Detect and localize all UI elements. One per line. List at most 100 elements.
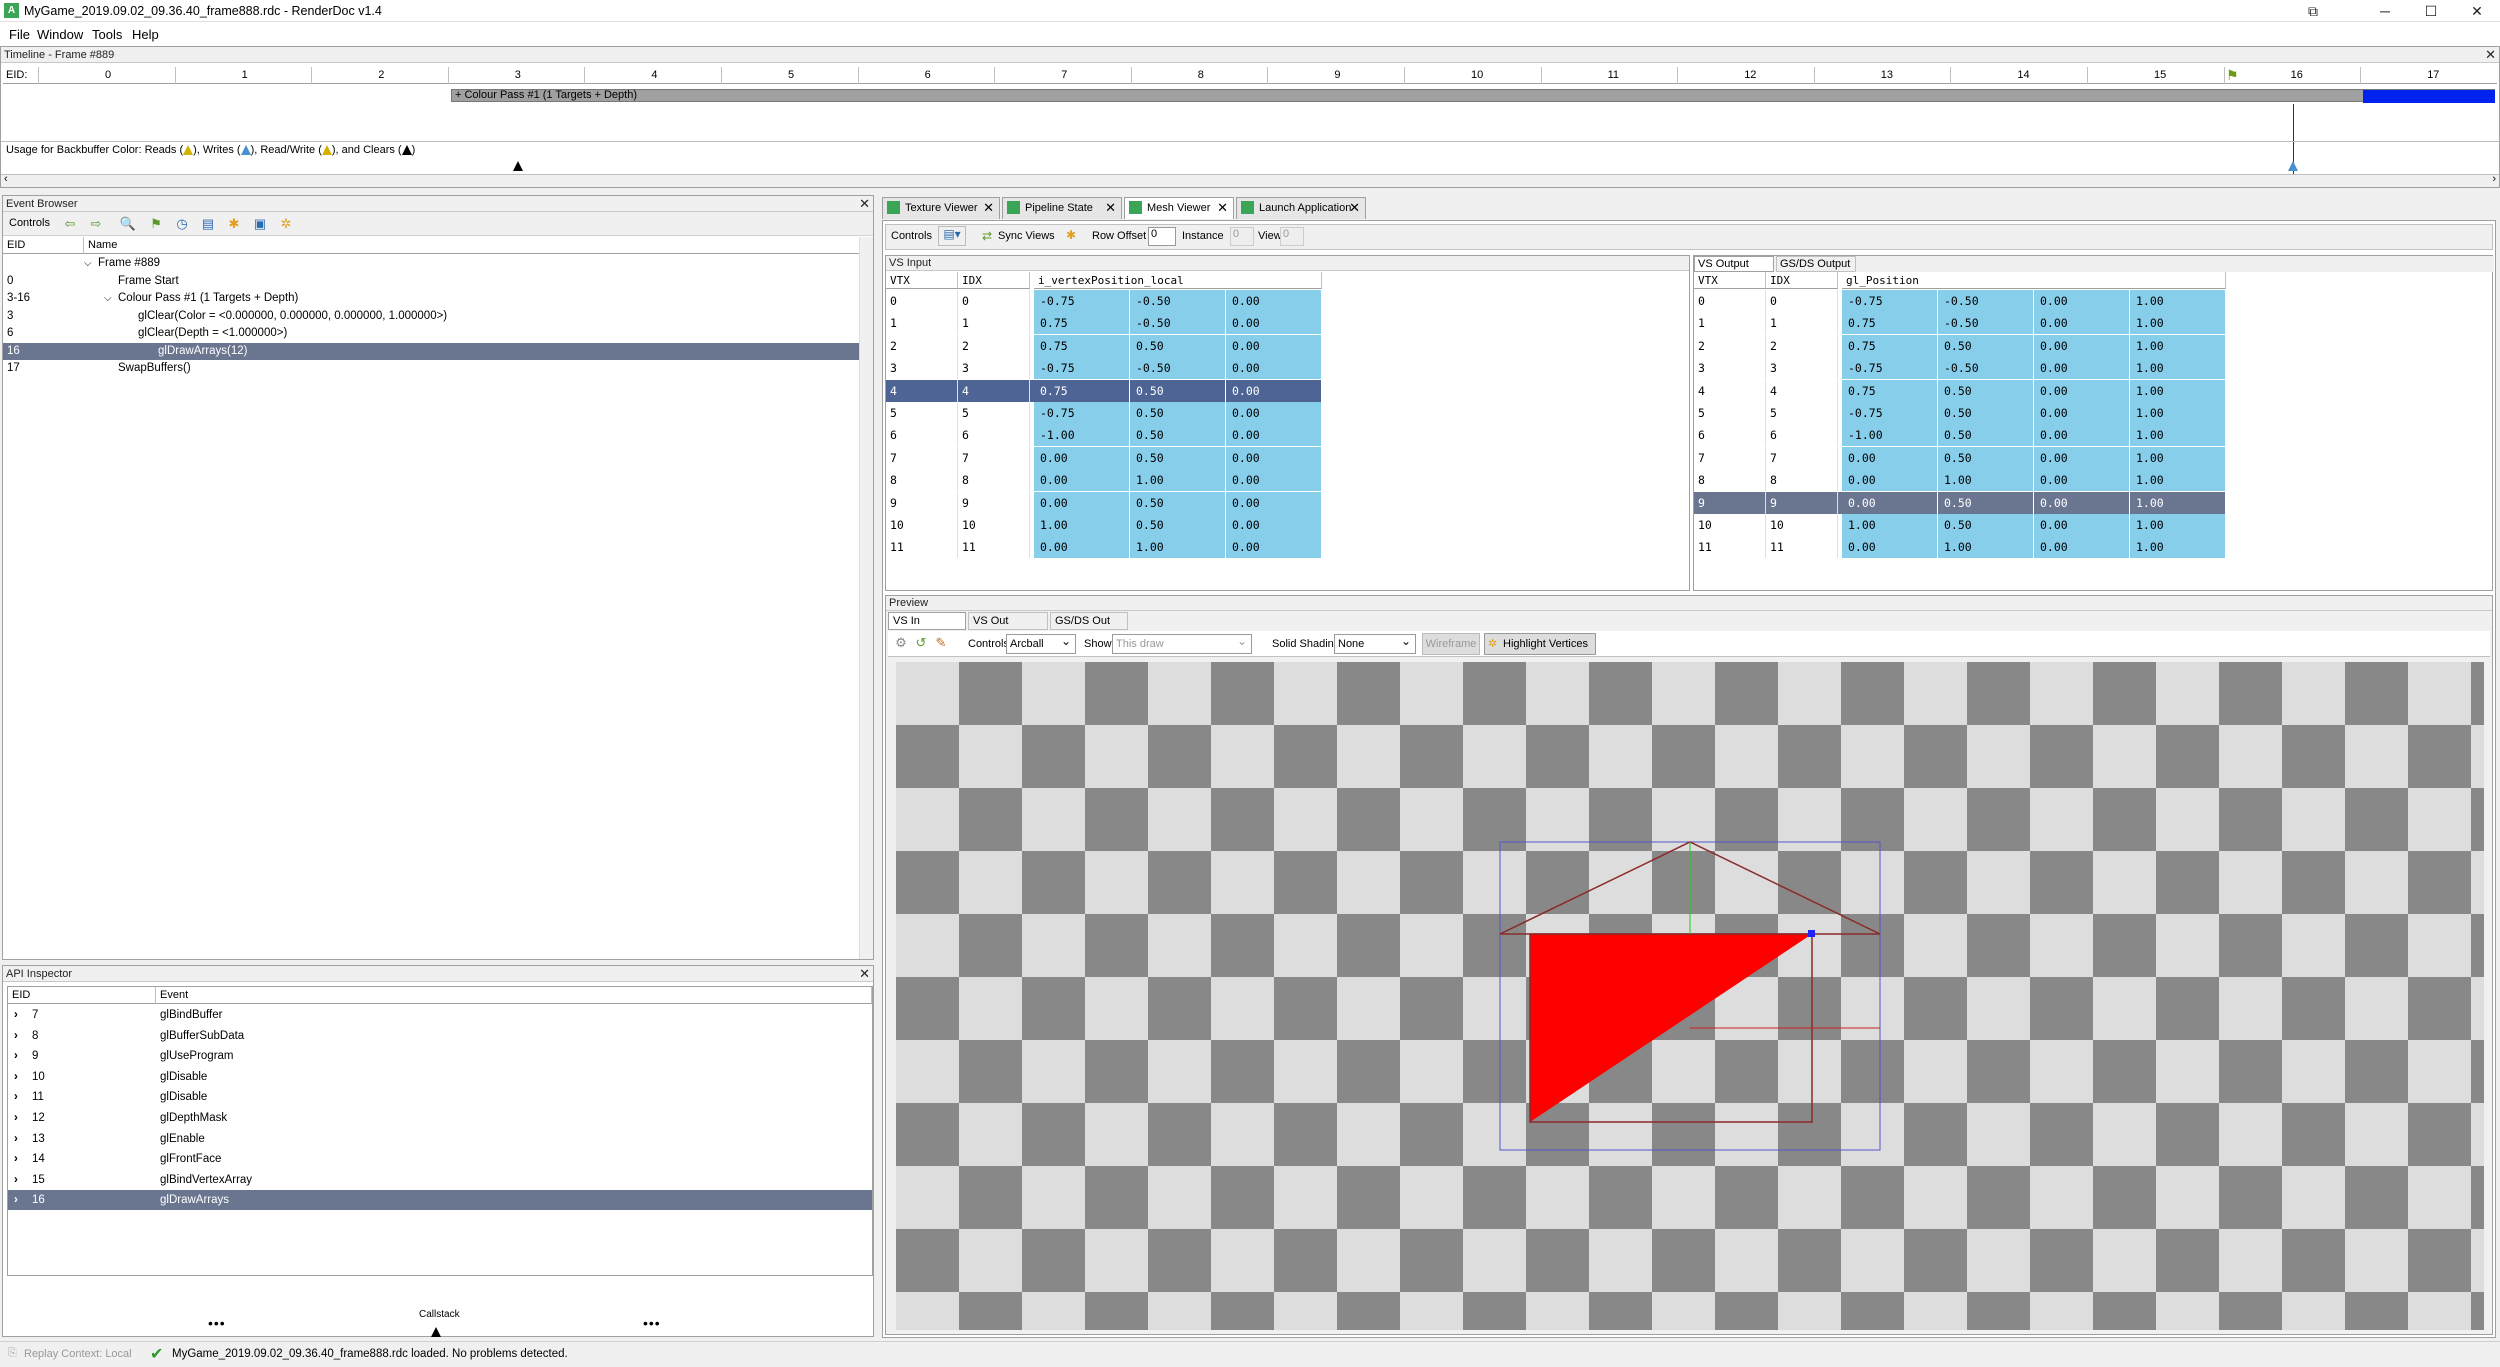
mesh-row[interactable]: 0 0 -0.75 -0.50 0.00: [886, 290, 1322, 312]
column-header-idx[interactable]: IDX: [1766, 272, 1838, 289]
close-icon[interactable]: ✕: [859, 966, 870, 981]
api-event-row[interactable]: › 15 glBindVertexArray: [8, 1170, 872, 1190]
column-header-vtx[interactable]: VTX: [886, 272, 958, 289]
api-event-row[interactable]: › 14 glFrontFace: [8, 1149, 872, 1169]
close-icon[interactable]: ✕: [1217, 198, 1228, 218]
chevron-right-icon[interactable]: ›: [14, 1067, 18, 1087]
close-icon[interactable]: ✕: [2485, 47, 2496, 62]
callstack-label[interactable]: Callstack: [419, 1309, 460, 1320]
bookmark-flag-icon[interactable]: ⚑: [147, 215, 165, 233]
export-icon[interactable]: ▤: [199, 215, 217, 233]
view-input[interactable]: 0: [1280, 227, 1304, 246]
menu-help[interactable]: Help: [132, 27, 159, 42]
tab-launch-application[interactable]: Launch Application ✕: [1236, 197, 1366, 219]
mesh-row[interactable]: 4 4 0.75 0.50 0.00 1.00: [1694, 379, 2226, 402]
close-icon[interactable]: ✕: [1105, 198, 1116, 218]
close-button[interactable]: ✕: [2454, 0, 2500, 22]
tab-vs-out[interactable]: VS Out: [968, 612, 1048, 630]
timeline-eid-row[interactable]: EID: 0 1 2 3 4 5 6 7 8 9 10 11 12 13 14 15 16 17 ⚑: [3, 67, 2497, 84]
row-offset-input[interactable]: 0: [1148, 227, 1176, 246]
mesh-row[interactable]: 5 5 -0.75 0.50 0.00: [886, 402, 1322, 424]
event-row[interactable]: 16 glDrawArrays(12): [3, 342, 863, 360]
mesh-row[interactable]: 10 10 1.00 0.50 0.00: [886, 514, 1322, 536]
mesh-row[interactable]: 6 6 -1.00 0.50 0.00 1.00: [1694, 424, 2226, 447]
column-header-attribute[interactable]: gl_Position: [1842, 272, 2226, 289]
mesh-row[interactable]: 7 7 0.00 0.50 0.00 1.00: [1694, 446, 2226, 469]
mesh-row[interactable]: 7 7 0.00 0.50 0.00: [886, 446, 1322, 469]
mesh-preview-viewport[interactable]: [896, 662, 2484, 1330]
close-icon[interactable]: ✕: [983, 198, 994, 218]
event-row[interactable]: 6 glClear(Depth = <1.000000>): [3, 325, 863, 342]
callstack-expand-icon[interactable]: [431, 1324, 441, 1338]
restore-icon[interactable]: ⧉: [2290, 0, 2336, 22]
column-header-idx[interactable]: IDX: [958, 272, 1030, 289]
column-header-attribute[interactable]: i_vertexPosition_local: [1034, 272, 1322, 289]
forward-arrow-icon[interactable]: ⇨: [87, 215, 105, 233]
tab-gs-ds-out[interactable]: GS/DS Out: [1050, 612, 1128, 630]
chevron-right-icon[interactable]: ›: [14, 1108, 18, 1128]
tab-texture-viewer[interactable]: Texture Viewer ✕: [882, 197, 1000, 219]
column-header-eid[interactable]: EID: [8, 987, 156, 1004]
event-row[interactable]: 3-16 ⌵ Colour Pass #1 (1 Targets + Depth): [3, 290, 863, 307]
tab-vs-in[interactable]: VS In: [888, 612, 966, 630]
instance-input[interactable]: 0: [1230, 227, 1254, 246]
menu-tools[interactable]: Tools: [92, 27, 122, 42]
show-select[interactable]: This draw: [1112, 632, 1252, 654]
api-event-row[interactable]: › 10 glDisable: [8, 1067, 872, 1087]
mesh-row[interactable]: 6 6 -1.00 0.50 0.00: [886, 424, 1322, 447]
event-scrollbar[interactable]: [859, 237, 873, 959]
event-row[interactable]: 3 glClear(Color = <0.000000, 0.000000, 0.…: [3, 308, 863, 325]
event-row[interactable]: 0 Frame Start: [3, 273, 863, 290]
wireframe-button[interactable]: Wireframe: [1422, 633, 1480, 655]
mesh-row[interactable]: 11 11 0.00 1.00 0.00: [886, 536, 1322, 559]
export-dropdown-icon[interactable]: ▤▾: [938, 226, 966, 246]
find-icon[interactable]: 🔍: [119, 215, 137, 233]
mesh-row[interactable]: 11 11 0.00 1.00 0.00 1.00: [1694, 536, 2226, 559]
column-header-vtx[interactable]: VTX: [1694, 272, 1766, 289]
settings-icon[interactable]: ✱: [1066, 228, 1076, 242]
api-event-row[interactable]: › 13 glEnable: [8, 1129, 872, 1149]
mesh-row[interactable]: 0 0 -0.75 -0.50 0.00 1.00: [1694, 290, 2226, 312]
settings-icon[interactable]: ✱: [225, 215, 243, 233]
api-event-row[interactable]: › 9 glUseProgram: [8, 1046, 872, 1066]
reset-camera-icon[interactable]: ↺: [912, 634, 930, 652]
chevron-right-icon[interactable]: ›: [14, 1170, 18, 1190]
chevron-right-icon[interactable]: ›: [14, 1129, 18, 1149]
mesh-row[interactable]: 2 2 0.75 0.50 0.00: [886, 334, 1322, 357]
more-dots-left-icon[interactable]: •••: [208, 1315, 226, 1331]
menu-window[interactable]: Window: [37, 27, 83, 42]
column-header-event[interactable]: Event: [156, 987, 872, 1004]
column-header-name[interactable]: Name: [84, 237, 863, 254]
sync-views-button[interactable]: Sync Views: [998, 230, 1055, 242]
api-event-row[interactable]: › 12 glDepthMask: [8, 1108, 872, 1128]
colorize-icon[interactable]: ✲: [277, 215, 295, 233]
colour-pass-bar[interactable]: + Colour Pass #1 (1 Targets + Depth): [451, 89, 2495, 102]
tab-pipeline-state[interactable]: Pipeline State ✕: [1002, 197, 1122, 219]
chevron-right-icon[interactable]: ›: [14, 1046, 18, 1066]
chevron-right-icon[interactable]: ›: [14, 1087, 18, 1107]
mesh-row[interactable]: 3 3 -0.75 -0.50 0.00 1.00: [1694, 357, 2226, 380]
tab-mesh-viewer[interactable]: Mesh Viewer ✕: [1124, 197, 1234, 219]
event-row[interactable]: 17 SwapBuffers(): [3, 360, 863, 377]
gear-icon[interactable]: ⚙: [892, 634, 910, 652]
mesh-row[interactable]: 2 2 0.75 0.50 0.00 1.00: [1694, 334, 2226, 357]
menu-file[interactable]: File: [9, 27, 30, 42]
close-icon[interactable]: ✕: [859, 196, 870, 211]
save-icon[interactable]: ▣: [251, 215, 269, 233]
highlight-vertices-button[interactable]: ✲ Highlight Vertices: [1484, 633, 1596, 655]
mesh-row[interactable]: 5 5 -0.75 0.50 0.00 1.00: [1694, 402, 2226, 424]
expand-chevron-icon[interactable]: ⌵: [104, 290, 112, 307]
timeline-scrollbar[interactable]: ‹ ›: [1, 173, 2499, 187]
mesh-row[interactable]: 3 3 -0.75 -0.50 0.00: [886, 357, 1322, 380]
api-event-row[interactable]: › 16 glDrawArrays: [8, 1190, 872, 1211]
column-header-eid[interactable]: EID: [3, 237, 84, 254]
scroll-right-icon[interactable]: ›: [2492, 173, 2496, 185]
chevron-right-icon[interactable]: ›: [14, 1190, 18, 1210]
tab-gs-ds-output[interactable]: GS/DS Output: [1776, 256, 1856, 272]
mesh-row[interactable]: 9 9 0.00 0.50 0.00 1.00: [1694, 491, 2226, 514]
chevron-right-icon[interactable]: ›: [14, 1005, 18, 1025]
api-event-row[interactable]: › 7 glBindBuffer: [8, 1005, 872, 1025]
mesh-row[interactable]: 8 8 0.00 1.00 0.00: [886, 469, 1322, 492]
pick-icon[interactable]: ✎: [932, 634, 950, 652]
controls-select[interactable]: Arcball: [1006, 632, 1076, 654]
